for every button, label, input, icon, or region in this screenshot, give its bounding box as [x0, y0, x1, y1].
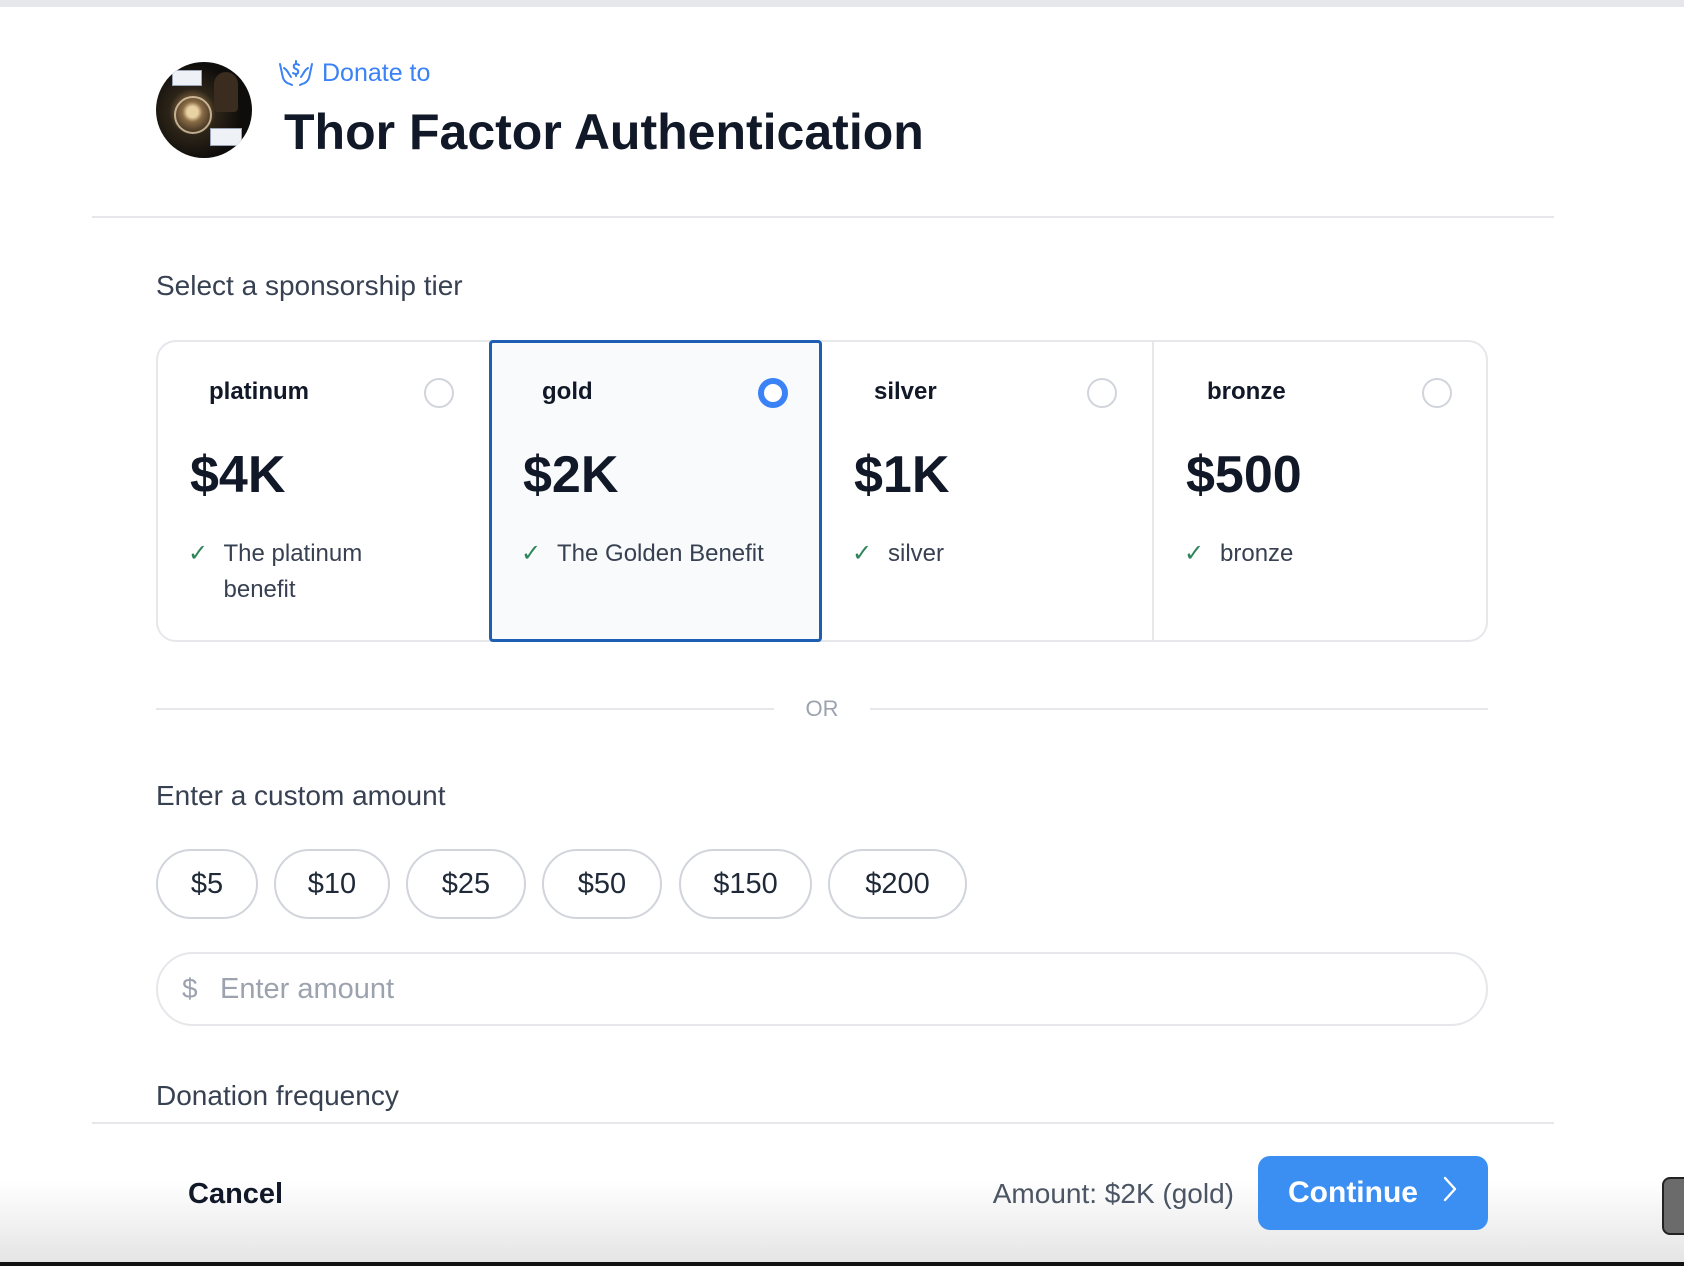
check-icon: ✓ [1184, 540, 1205, 567]
preset-amount-50[interactable]: $50 [542, 849, 662, 919]
tier-name: silver [874, 378, 937, 405]
preset-amount-5[interactable]: $5 [156, 849, 258, 919]
tier-benefit: ✓ bronze [1184, 536, 1444, 572]
project-avatar [156, 62, 252, 158]
tier-radio-platinum[interactable] [424, 378, 454, 408]
tier-radio-silver[interactable] [1087, 378, 1117, 408]
tier-card-platinum[interactable]: platinum $4K ✓ The platinum benefit [158, 340, 488, 642]
tier-benefit: ✓ silver [852, 536, 1112, 572]
or-divider-left [156, 708, 774, 710]
window-bottom-edge [0, 1262, 1684, 1266]
check-icon: ✓ [852, 540, 873, 567]
cancel-button[interactable]: Cancel [188, 1174, 283, 1214]
hand-dollar-icon [279, 60, 313, 86]
continue-button[interactable]: Continue [1258, 1156, 1488, 1230]
header-divider [92, 216, 1554, 218]
tier-price: $1K [854, 446, 950, 504]
window-top-bar [0, 0, 1684, 7]
preset-amount-200[interactable]: $200 [828, 849, 967, 919]
continue-label: Continue [1288, 1176, 1418, 1209]
or-label: OR [805, 696, 839, 721]
tier-benefit-text: The platinum benefit [223, 540, 363, 603]
tier-name: bronze [1207, 378, 1286, 405]
tier-price: $2K [523, 446, 619, 504]
tier-benefit-text: The Golden Benefit [557, 540, 764, 567]
tier-benefit: ✓ The Golden Benefit [521, 536, 811, 572]
custom-amount-label: Enter a custom amount [156, 780, 446, 811]
or-divider-right [870, 708, 1488, 710]
tier-card-gold[interactable]: gold $2K ✓ The Golden Benefit [489, 340, 822, 642]
donate-to-label: Donate to [278, 56, 430, 90]
scrollbar-thumb[interactable] [1662, 1177, 1684, 1235]
tier-section-label: Select a sponsorship tier [156, 270, 463, 301]
tier-radio-bronze[interactable] [1422, 378, 1452, 408]
tier-price: $4K [190, 446, 286, 504]
preset-amount-25[interactable]: $25 [406, 849, 526, 919]
donation-frequency-label: Donation frequency [156, 1080, 399, 1111]
check-icon: ✓ [188, 540, 209, 567]
tier-name: platinum [209, 378, 309, 405]
donate-to-text: Donate to [322, 58, 431, 87]
tier-benefit-text: silver [888, 540, 945, 567]
custom-amount-input[interactable] [218, 971, 1322, 1007]
tier-name: gold [542, 378, 593, 405]
tier-benefit-text: bronze [1220, 540, 1294, 567]
currency-symbol: $ [182, 973, 198, 1004]
page-title: Thor Factor Authentication [284, 104, 924, 160]
amount-summary: Amount: $2K (gold) [992, 1178, 1234, 1209]
custom-amount-field[interactable]: $ [156, 952, 1488, 1026]
tier-card-silver[interactable]: silver $1K ✓ silver [822, 340, 1152, 642]
preset-amount-10[interactable]: $10 [274, 849, 390, 919]
tier-radio-gold[interactable] [758, 378, 788, 408]
check-icon: ✓ [521, 540, 542, 567]
tier-card-bronze[interactable]: bronze $500 ✓ bronze [1154, 340, 1486, 642]
tier-price: $500 [1186, 446, 1302, 504]
tier-benefit: ✓ The platinum benefit [188, 536, 438, 608]
footer-divider [92, 1122, 1554, 1124]
preset-amount-150[interactable]: $150 [679, 849, 812, 919]
chevron-right-icon [1442, 1176, 1458, 1210]
